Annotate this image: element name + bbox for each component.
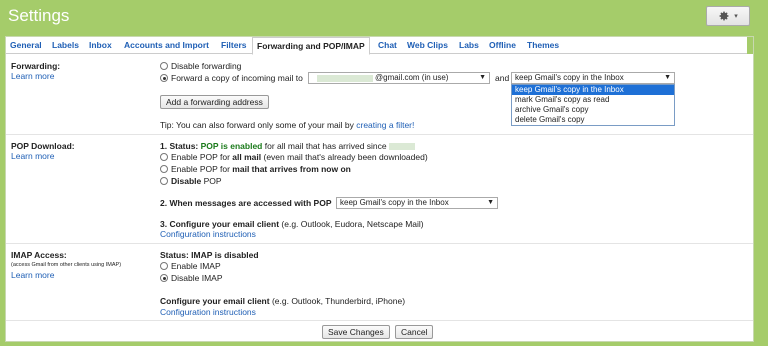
section-divider bbox=[6, 134, 753, 135]
pop-opt1-bold: all mail bbox=[232, 152, 262, 162]
chevron-down-icon: ▼ bbox=[487, 199, 494, 206]
imap-access-label: IMAP Access: bbox=[11, 250, 67, 260]
pop-config-instructions-link[interactable]: Configuration instructions bbox=[160, 229, 256, 239]
forward-address-suffix: @gmail.com (in use) bbox=[375, 73, 449, 82]
pop-opt3-post: POP bbox=[203, 176, 222, 186]
pop-configure-text: 3. Configure your email client (e.g. Out… bbox=[160, 219, 424, 229]
chevron-down-icon: ▼ bbox=[479, 74, 486, 81]
forward-copy-radio[interactable] bbox=[160, 74, 168, 82]
imap-disable-option[interactable]: Disable IMAP bbox=[160, 273, 223, 283]
pop-from-now-option[interactable]: Enable POP for mail that arrives from no… bbox=[160, 164, 351, 174]
disable-forwarding-radio[interactable] bbox=[160, 62, 168, 70]
tab-labels[interactable]: Labels bbox=[52, 40, 79, 50]
tab-accounts-import[interactable]: Accounts and Import bbox=[124, 40, 209, 50]
section-divider bbox=[6, 243, 753, 244]
forward-action-selected: keep Gmail's copy in the Inbox bbox=[515, 73, 624, 82]
dropdown-option-archive[interactable]: archive Gmail's copy bbox=[512, 105, 674, 115]
pop-opt2-bold: mail that arrives from now on bbox=[232, 164, 351, 174]
imap-enable-text: Enable IMAP bbox=[171, 261, 221, 271]
add-forwarding-address-button[interactable]: Add a forwarding address bbox=[160, 95, 269, 109]
tab-inbox[interactable]: Inbox bbox=[89, 40, 112, 50]
tip-text: Tip: You can also forward only some of y… bbox=[160, 120, 354, 130]
imap-enable-option[interactable]: Enable IMAP bbox=[160, 261, 221, 271]
tab-filters[interactable]: Filters bbox=[221, 40, 247, 50]
title-bar: Settings ▾ bbox=[0, 0, 768, 34]
imap-disable-radio[interactable] bbox=[160, 274, 168, 282]
pop-when-label: 2. When messages are accessed with POP bbox=[160, 198, 332, 208]
imap-configure-bold: Configure your email client bbox=[160, 296, 270, 306]
forward-copy-option[interactable]: Forward a copy of incoming mail to bbox=[160, 73, 303, 83]
tab-offline[interactable]: Offline bbox=[489, 40, 516, 50]
dropdown-option-keep[interactable]: keep Gmail's copy in the Inbox bbox=[512, 85, 674, 95]
forward-action-select[interactable]: keep Gmail's copy in the Inbox ▼ bbox=[511, 72, 675, 84]
pop-configure-bold: 3. Configure your email client bbox=[160, 219, 280, 229]
tab-themes[interactable]: Themes bbox=[527, 40, 559, 50]
chevron-down-icon: ▾ bbox=[734, 13, 738, 20]
pop-opt1-pre: Enable POP for bbox=[171, 152, 230, 162]
pop-opt1-post: (even mail that's already been downloade… bbox=[263, 152, 428, 162]
tab-general[interactable]: General bbox=[10, 40, 42, 50]
page-title: Settings bbox=[8, 6, 70, 25]
imap-learn-more-link[interactable]: Learn more bbox=[11, 270, 54, 280]
pop-action-selected: keep Gmail's copy in the Inbox bbox=[340, 198, 449, 207]
imap-config-instructions-link[interactable]: Configuration instructions bbox=[160, 307, 256, 317]
imap-configure-rest: (e.g. Outlook, Thunderbird, iPhone) bbox=[271, 296, 406, 306]
pop-opt3-bold: Disable bbox=[171, 176, 202, 186]
pop-opt2-pre: Enable POP for bbox=[171, 164, 230, 174]
imap-status: Status: IMAP is disabled bbox=[160, 250, 259, 260]
imap-disable-text: Disable IMAP bbox=[171, 273, 223, 283]
dropdown-option-mark-read[interactable]: mark Gmail's copy as read bbox=[512, 95, 674, 105]
tab-forwarding-pop-imap[interactable]: Forwarding and POP/IMAP bbox=[252, 37, 370, 55]
imap-configure-text: Configure your email client (e.g. Outloo… bbox=[160, 296, 405, 306]
forward-action-dropdown: keep Gmail's copy in the Inbox mark Gmai… bbox=[511, 84, 675, 126]
section-divider bbox=[6, 320, 753, 321]
pop-configure-rest: (e.g. Outlook, Eudora, Netscape Mail) bbox=[281, 219, 424, 229]
forwarding-label: Forwarding: bbox=[11, 61, 61, 71]
pop-status-prefix: 1. Status: bbox=[160, 141, 199, 151]
save-changes-button[interactable]: Save Changes bbox=[322, 325, 390, 339]
forwarding-learn-more-link[interactable]: Learn more bbox=[11, 71, 54, 81]
disable-forwarding-text: Disable forwarding bbox=[171, 61, 242, 71]
pop-status-suffix: for all mail that has arrived since bbox=[264, 141, 387, 151]
chevron-down-icon: ▼ bbox=[664, 74, 671, 81]
tab-labs[interactable]: Labs bbox=[459, 40, 479, 50]
pop-from-now-radio[interactable] bbox=[160, 165, 168, 173]
pop-status: 1. Status: POP is enabled for all mail t… bbox=[160, 141, 416, 151]
settings-gear-button[interactable]: ▾ bbox=[706, 6, 750, 26]
pop-download-label: POP Download: bbox=[11, 141, 75, 151]
gear-icon bbox=[719, 11, 729, 21]
pop-all-mail-option[interactable]: Enable POP for all mail (even mail that'… bbox=[160, 152, 428, 162]
pop-all-mail-radio[interactable] bbox=[160, 153, 168, 161]
imap-note: (access Gmail from other clients using I… bbox=[11, 262, 122, 268]
settings-tabs: General Labels Inbox Accounts and Import… bbox=[6, 37, 753, 55]
disable-forwarding-option[interactable]: Disable forwarding bbox=[160, 61, 241, 71]
redacted-email bbox=[317, 75, 373, 82]
pop-disable-option[interactable]: Disable POP bbox=[160, 176, 222, 186]
imap-enable-radio[interactable] bbox=[160, 262, 168, 270]
dropdown-option-delete[interactable]: delete Gmail's copy bbox=[512, 115, 674, 125]
pop-status-value: POP is enabled bbox=[200, 141, 263, 151]
pop-disable-radio[interactable] bbox=[160, 177, 168, 185]
forward-copy-text: Forward a copy of incoming mail to bbox=[171, 73, 303, 83]
scrollbar[interactable] bbox=[747, 37, 753, 54]
pop-learn-more-link[interactable]: Learn more bbox=[11, 151, 54, 161]
create-filter-link[interactable]: creating a filter! bbox=[356, 120, 414, 130]
pop-action-select[interactable]: keep Gmail's copy in the Inbox ▼ bbox=[336, 197, 498, 209]
cancel-button[interactable]: Cancel bbox=[395, 325, 434, 339]
forward-address-select[interactable]: @gmail.com (in use) ▼ bbox=[308, 72, 490, 84]
tab-chat[interactable]: Chat bbox=[378, 40, 397, 50]
tab-web-clips[interactable]: Web Clips bbox=[407, 40, 448, 50]
forwarding-tip: Tip: You can also forward only some of y… bbox=[160, 120, 414, 130]
and-label: and bbox=[495, 73, 510, 83]
redacted-date bbox=[389, 143, 416, 150]
